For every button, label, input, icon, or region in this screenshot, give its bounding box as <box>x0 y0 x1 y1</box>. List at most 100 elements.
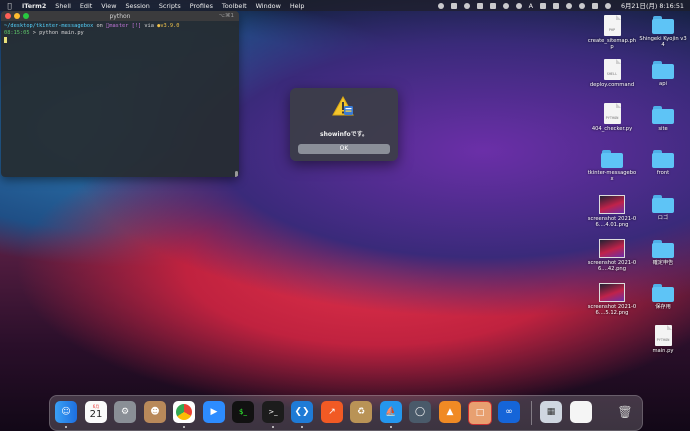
desktop-icon-label: 保存用 <box>655 304 671 310</box>
python-file-icon: PYTHON <box>654 325 672 346</box>
control-center-icon[interactable] <box>591 2 598 9</box>
desktop-folder-save[interactable]: 保存用 <box>638 284 688 310</box>
menu-scripts[interactable]: Scripts <box>159 2 181 10</box>
system-preferences-icon[interactable]: ⚙ <box>114 401 136 423</box>
terminal-titlebar[interactable]: python ⌥⌘1 <box>1 11 239 21</box>
desktop-file-screenshot-1[interactable]: screenshot 2021-06....4.01.png <box>587 195 637 229</box>
php-file-icon: PHP <box>603 15 621 36</box>
folder-icon <box>652 150 674 168</box>
desktop-folder-site[interactable]: site <box>638 106 688 132</box>
menubar-clock[interactable]: 6月21日(月) 8:16:51 <box>621 1 684 10</box>
menu-toolbelt[interactable]: Toolbelt <box>222 2 247 10</box>
docker-icon[interactable]: ⛵ <box>380 401 402 423</box>
downloads-stack-icon[interactable]: ▦ <box>540 401 562 423</box>
menu-bar:  iTerm2 Shell Edit View Session Scripts… <box>0 0 690 11</box>
sourcetree-icon[interactable]: ▲ <box>439 401 461 423</box>
tray-icon[interactable] <box>502 2 509 9</box>
command-line: 08:15:05 > python main.py <box>4 30 236 37</box>
dock-running-indicator <box>301 426 303 428</box>
cloud-icon[interactable] <box>489 2 496 9</box>
desktop-file-deploy[interactable]: SHELL deploy.command <box>587 59 637 88</box>
gear-icon[interactable] <box>476 2 483 9</box>
menu-help[interactable]: Help <box>290 2 305 10</box>
apple-menu-icon[interactable]:  <box>5 2 14 10</box>
folder-icon <box>652 16 674 34</box>
menu-profiles[interactable]: Profiles <box>190 2 213 10</box>
terminal-scrollbar[interactable] <box>235 171 238 177</box>
image-thumbnail-icon <box>599 195 625 214</box>
menu-shell[interactable]: Shell <box>55 2 71 10</box>
finder-icon[interactable]: ☺ <box>55 401 77 423</box>
folder-icon <box>652 61 674 79</box>
battery-icon[interactable] <box>552 2 559 9</box>
menu-window[interactable]: Window <box>256 2 281 10</box>
desktop-file-create-sitemap[interactable]: PHP create_sitemap.php <box>587 15 637 51</box>
bluetooth-icon[interactable] <box>539 2 546 9</box>
file-type-tag: SHELL <box>606 72 618 76</box>
menu-session[interactable]: Session <box>125 2 149 10</box>
infinity-app-icon[interactable]: ∞ <box>498 401 520 423</box>
desktop-folder-logo[interactable]: ロゴ <box>638 195 688 221</box>
menu-edit[interactable]: Edit <box>80 2 92 10</box>
image-thumbnail-icon <box>599 283 625 302</box>
desktop-file-main-py[interactable]: PYTHON main.py <box>638 325 688 354</box>
terminal-window[interactable]: python ⌥⌘1 ~/desktop/tkinter-messagebox … <box>1 11 239 177</box>
contacts-icon[interactable]: ☻ <box>144 401 166 423</box>
menu-app-name[interactable]: iTerm2 <box>22 2 46 10</box>
desktop-icon-label: tkinter-messagebox <box>587 170 637 183</box>
record-icon[interactable] <box>437 2 444 9</box>
calendar-icon[interactable]: 6月 21 <box>85 401 107 423</box>
desktop-folder-tax[interactable]: 確定申告 <box>638 240 688 266</box>
input-source-indicator[interactable]: A <box>529 2 533 10</box>
folder-icon <box>652 106 674 124</box>
dropbox-icon[interactable] <box>450 2 457 9</box>
minimize-icon[interactable] <box>14 13 20 19</box>
activity-monitor-icon[interactable]: $_ <box>232 401 254 423</box>
dock-separator <box>531 401 532 425</box>
search-icon[interactable] <box>578 2 585 9</box>
menu-view[interactable]: View <box>101 2 116 10</box>
dock-running-indicator <box>183 426 185 428</box>
image-thumbnail-icon <box>599 239 625 258</box>
terminal-cursor <box>4 37 7 43</box>
desktop-folder-shingeki[interactable]: Shingeki Kyojin v34 <box>638 16 688 49</box>
desktop-file-404-checker[interactable]: PYTHON 404_checker.py <box>587 103 637 132</box>
terminal-shortcut: ⌥⌘1 <box>218 13 234 19</box>
message-dialog: showinfoです。 OK <box>290 88 398 161</box>
wifi-icon[interactable] <box>565 2 572 9</box>
chart-app-icon[interactable]: ↗ <box>321 401 343 423</box>
desktop-folder-api[interactable]: api <box>638 61 688 87</box>
dialog-message: showinfoです。 <box>320 131 368 138</box>
warning-icon <box>332 96 354 116</box>
prompt-via: via <box>137 23 154 29</box>
desktop-file-screenshot-2[interactable]: screenshot 2021-06....42.png <box>587 239 637 273</box>
maximize-icon[interactable] <box>23 13 29 19</box>
desktop-folder-tkinter[interactable]: tkinter-messagebox <box>587 150 637 183</box>
desktop-folder-front[interactable]: front <box>638 150 688 176</box>
trash-icon[interactable]: 🗑 <box>614 401 636 423</box>
dock: ☺ 6月 21 ⚙ ☻ ▶ $_ >_ ❮❯ ↗ ♻ ⛵ ◯ ▲ □ ∞ ▦ 🗑 <box>49 395 643 431</box>
desktop-icon-label: screenshot 2021-06....42.png <box>587 260 637 273</box>
ok-button[interactable]: OK <box>298 144 390 154</box>
vscode-icon[interactable]: ❮❯ <box>291 401 313 423</box>
close-icon[interactable] <box>5 13 11 19</box>
dock-running-indicator <box>390 426 392 428</box>
preview-app-icon[interactable]: □ <box>468 401 492 425</box>
document-stack-icon[interactable] <box>570 401 592 423</box>
desktop-icon-label: Shingeki Kyojin v34 <box>639 36 687 49</box>
terminal-output[interactable]: ~/desktop/tkinter-messagebox on master … <box>1 21 239 47</box>
prompt-time: 08:15:05 <box>4 30 30 36</box>
folder-icon <box>652 195 674 213</box>
prompt-git: master [!] <box>106 23 141 29</box>
quicktime-icon[interactable]: ◯ <box>409 401 431 423</box>
terminal-title: python <box>109 12 131 20</box>
p-app-icon[interactable] <box>463 2 470 9</box>
chrome-icon[interactable] <box>173 401 195 423</box>
siri-icon[interactable] <box>604 2 611 9</box>
user-icon[interactable] <box>515 2 522 9</box>
zoom-icon[interactable]: ▶ <box>203 401 225 423</box>
prompt-path: ~/desktop/tkinter-messagebox <box>4 23 94 29</box>
terminal-icon[interactable]: >_ <box>262 401 284 423</box>
archive-utility-icon[interactable]: ♻ <box>350 401 372 423</box>
desktop-file-screenshot-3[interactable]: screenshot 2021-06....5.12.png <box>587 283 637 317</box>
